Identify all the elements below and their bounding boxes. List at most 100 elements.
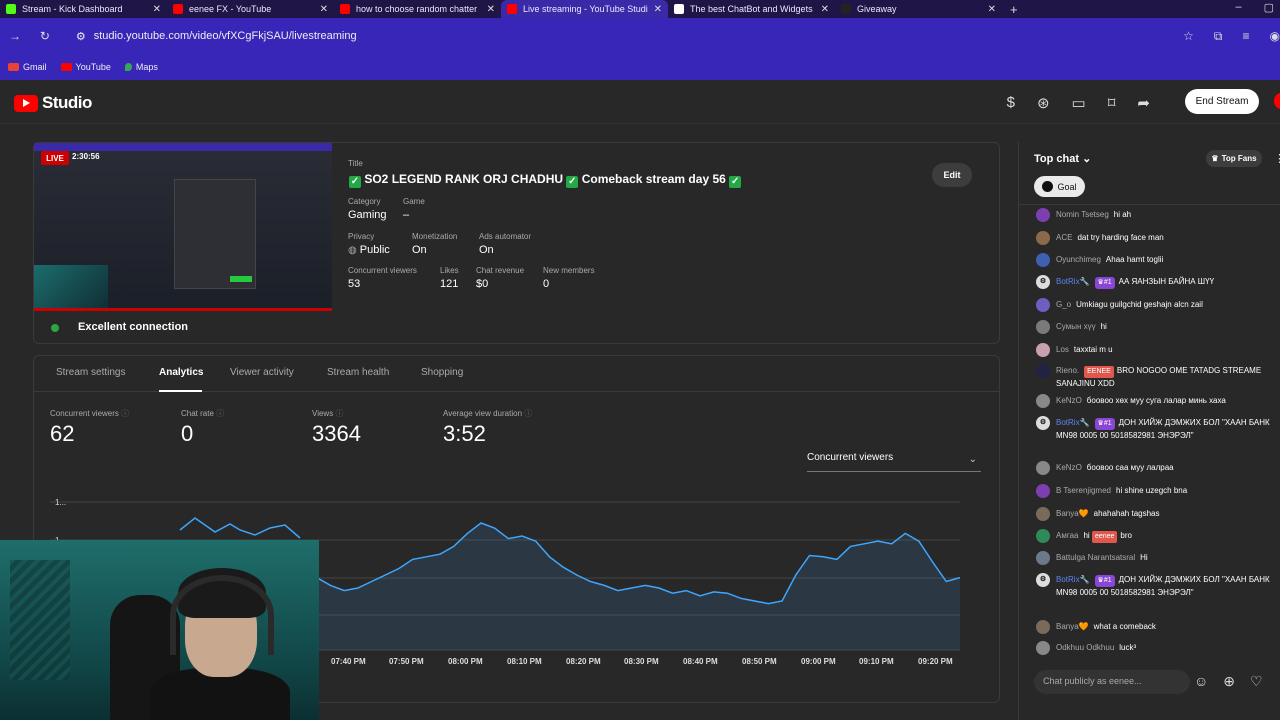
tab-stream-settings[interactable]: Stream settings	[56, 367, 125, 378]
maximize-icon[interactable]: ▢	[1264, 1, 1274, 14]
chat-author[interactable]: KeNzO	[1056, 463, 1082, 472]
bookmark-icon[interactable]: ⌑	[1108, 94, 1116, 112]
supers-icon[interactable]: ⊛	[1037, 94, 1050, 112]
avatar	[1036, 231, 1050, 245]
share-icon[interactable]: ➦	[1137, 94, 1150, 112]
chat-author[interactable]: ACE	[1056, 233, 1072, 242]
chat-mode-selector[interactable]: Top chat ⌄	[1034, 152, 1091, 165]
chat-author[interactable]: B Tserenjigmed	[1056, 486, 1111, 495]
close-icon[interactable]: ✕	[654, 4, 662, 15]
bookmark-youtube[interactable]: YouTube	[60, 62, 111, 72]
close-icon[interactable]: ✕	[487, 4, 495, 15]
chat-message[interactable]: ACE dat try harding face man	[1036, 231, 1276, 245]
stream-preview[interactable]	[34, 143, 332, 311]
chat-author[interactable]: Banya🧡	[1056, 509, 1089, 518]
top-fans-button[interactable]: ♛ Top Fans	[1206, 150, 1262, 167]
studio-logo[interactable]: Studio	[14, 93, 92, 113]
browser-tab[interactable]: Stream - Kick Dashboard ✕	[0, 0, 167, 18]
chat-message[interactable]: Nomin Tsetseg hi ah	[1036, 208, 1276, 222]
close-icon[interactable]: ✕	[153, 4, 161, 15]
chat-message[interactable]: KeNzO боовоо хөх муу суга лалар минь хаха	[1036, 394, 1276, 408]
chat-author[interactable]: KeNzO	[1056, 396, 1082, 405]
chat-message[interactable]: Los taxxtai m u	[1036, 343, 1276, 357]
tab-favicon-icon	[507, 4, 517, 14]
site-info-icon[interactable]: ⚙	[76, 30, 86, 43]
chat-message[interactable]: Сумын хүү hi	[1036, 320, 1276, 334]
chat-message[interactable]: KeNzO боовоо саа муу лалраа	[1036, 461, 1276, 475]
new-tab-icon[interactable]: +	[1010, 2, 1018, 17]
chat-message[interactable]: Battulga Narantsatsral Hi	[1036, 551, 1276, 565]
browser-tab[interactable]: how to choose random chatter ✕	[334, 0, 501, 18]
chat-input[interactable]: Chat publicly as eenee...	[1034, 670, 1190, 694]
metric-label: Chat rate ⓘ	[181, 408, 224, 419]
chat-message[interactable]: ⚙ BotRix🔧 ♛#1 ДОН ХИЙЖ ДЭМЖИХ БОЛ "ХААН БАН…	[1036, 416, 1276, 442]
chat-author[interactable]: Амгаа	[1056, 531, 1078, 540]
tab-viewer-activity[interactable]: Viewer activity	[230, 367, 294, 378]
preview-dialog	[174, 179, 256, 289]
chat-author[interactable]: BotRix🔧	[1056, 575, 1090, 584]
bookmark-maps[interactable]: Maps	[124, 62, 158, 72]
browser-tab[interactable]: The best ChatBot and Widgets ✕	[668, 0, 835, 18]
chat-message[interactable]: Odkhuu Odkhuu luck³	[1036, 641, 1276, 655]
chat-author[interactable]: Battulga Narantsatsral	[1056, 553, 1135, 562]
chat-author[interactable]: BotRix🔧	[1056, 418, 1090, 427]
profile-icon[interactable]: ◉	[1270, 29, 1280, 44]
heart-icon[interactable]: ♡	[1250, 673, 1263, 690]
chat-author[interactable]: Nomin Tsetseg	[1056, 210, 1109, 219]
chat-author[interactable]: Rieno.	[1056, 366, 1079, 375]
metric-dropdown[interactable]: Concurrent viewers ⌄	[807, 452, 981, 472]
chat-message[interactable]: B Tserenjigmed hi shine uzegch bna	[1036, 484, 1276, 498]
help-icon[interactable]: ⓘ	[121, 409, 129, 418]
chat-author[interactable]: Los	[1056, 345, 1069, 354]
goal-chip[interactable]: Goal	[1034, 176, 1085, 197]
chat-message[interactable]: Rieno. EENEE BRO NOGOO OME TATADG STREAME …	[1036, 364, 1276, 390]
minimize-icon[interactable]: –	[1235, 1, 1241, 14]
url-box[interactable]: ⚙ studio.youtube.com/video/vfXCgFkjSAU/l…	[76, 30, 1183, 43]
browser-tab[interactable]: Giveaway ✕	[835, 0, 1002, 18]
active-tab-indicator	[159, 390, 202, 392]
help-icon[interactable]: ⓘ	[216, 409, 224, 418]
super-chat-icon[interactable]: ⊕	[1223, 673, 1235, 690]
chat-message[interactable]: Banya🧡 ahahahah tagshas	[1036, 507, 1276, 521]
chat-author[interactable]: G_o	[1056, 300, 1071, 309]
tab-title: eenee FX - YouTube	[189, 4, 272, 14]
close-icon[interactable]: ✕	[320, 4, 328, 15]
close-icon[interactable]: ✕	[821, 4, 829, 15]
chat-message[interactable]: Banya🧡 what a comeback	[1036, 620, 1276, 634]
emoji-icon[interactable]: ☺	[1194, 673, 1208, 690]
media-icon[interactable]: ≡	[1242, 29, 1249, 44]
tab-stream-health[interactable]: Stream health	[327, 367, 389, 378]
more-icon[interactable]: ⋮	[1274, 152, 1280, 165]
close-icon[interactable]: ✕	[988, 4, 996, 15]
chat-message[interactable]: ⚙ BotRix🔧 ♛#1 ДОН ХИЙЖ ДЭМЖИХ БОЛ "ХААН БАН…	[1036, 573, 1276, 599]
help-icon[interactable]: ⓘ	[335, 409, 343, 418]
avatar	[1036, 364, 1050, 378]
chat-author[interactable]: Сумын хүү	[1056, 322, 1096, 331]
avatar	[1036, 394, 1050, 408]
edit-button[interactable]: Edit	[932, 163, 972, 187]
chat-message-text: B Tserenjigmed hi shine uzegch bna	[1056, 485, 1276, 498]
chat-author[interactable]: Oyunchimeg	[1056, 255, 1101, 264]
tab-analytics[interactable]: Analytics	[159, 367, 203, 378]
end-stream-button[interactable]: End Stream	[1185, 89, 1259, 114]
forward-icon[interactable]: →	[0, 29, 30, 43]
chat-author[interactable]: Odkhuu Odkhuu	[1056, 643, 1114, 652]
clapper-icon[interactable]: ▭	[1072, 94, 1086, 112]
chat-message[interactable]: Амгаа hi eenee bro	[1036, 529, 1276, 543]
monetization-icon[interactable]: $	[1007, 94, 1015, 112]
browser-tab[interactable]: Live streaming - YouTube Studio ✕	[501, 0, 668, 18]
extensions-icon[interactable]: ⧉	[1214, 29, 1223, 44]
bookmark-star-icon[interactable]: ☆	[1183, 29, 1194, 44]
chat-author[interactable]: Banya🧡	[1056, 622, 1089, 631]
chat-text: боовоо хөх муу суга лалар минь хаха	[1086, 396, 1226, 405]
tab-shopping[interactable]: Shopping	[421, 367, 463, 378]
bookmark-gmail[interactable]: Gmail	[8, 62, 47, 72]
chat-message[interactable]: G_o Umkiagu guilgchid geshajn alcn zail	[1036, 298, 1276, 312]
browser-tab[interactable]: eenee FX - YouTube ✕	[167, 0, 334, 18]
chat-message[interactable]: ⚙ BotRix🔧 ♛#1 АА ЯАНЗЫН БАЙНА ШҮҮ	[1036, 275, 1276, 289]
chat-message[interactable]: Oyunchimeg Ahaa hamt toglii	[1036, 253, 1276, 267]
reload-icon[interactable]: ↻	[30, 29, 60, 43]
chat-author[interactable]: BotRix🔧	[1056, 277, 1090, 286]
help-icon[interactable]: ⓘ	[524, 409, 532, 418]
chat-divider	[1018, 204, 1280, 205]
